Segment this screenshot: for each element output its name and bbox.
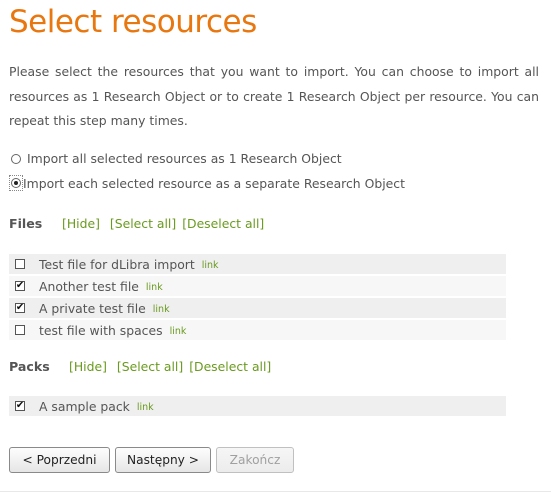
files-deselect-all-link[interactable]: [Deselect all] <box>182 216 264 231</box>
file-checkbox[interactable]: ✔ <box>15 281 25 291</box>
packs-select-all-link[interactable]: [Select all] <box>117 359 183 374</box>
option-label: Import all selected resources as 1 Resea… <box>27 151 342 166</box>
pack-checkbox[interactable]: ✔ <box>15 401 25 411</box>
list-item: Test file for dLibra import link <box>9 254 506 274</box>
file-link[interactable]: link <box>202 260 219 271</box>
file-link[interactable]: link <box>153 304 170 315</box>
packs-links: [Hide] [Select all] [Deselect all] <box>69 359 277 374</box>
packs-deselect-all-link[interactable]: [Deselect all] <box>189 359 271 374</box>
files-links: [Hide] [Select all] [Deselect all] <box>62 216 270 231</box>
pack-link[interactable]: link <box>137 402 154 413</box>
intro-text: Please select the resources that you wan… <box>9 64 539 128</box>
file-name: Another test file <box>39 278 139 294</box>
pack-name: A sample pack <box>39 398 130 414</box>
option-label: Import each selected resource as a separ… <box>23 175 405 191</box>
divider <box>0 491 551 492</box>
file-name: A private test file <box>39 300 146 316</box>
list-item: test file with spaces link <box>9 320 506 340</box>
file-checkbox[interactable] <box>15 259 25 269</box>
option-import-single[interactable]: Import all selected resources as 1 Resea… <box>11 151 342 166</box>
packs-hide-link[interactable]: [Hide] <box>69 359 107 374</box>
list-item: ✔ A private test file link <box>9 298 506 318</box>
file-checkbox[interactable]: ✔ <box>15 303 25 313</box>
file-link[interactable]: link <box>170 326 187 337</box>
option-import-separate[interactable]: Import each selected resource as a separ… <box>9 175 405 191</box>
next-button[interactable]: Następny > <box>115 447 211 473</box>
files-heading: Files <box>9 216 43 231</box>
radio-import-separate[interactable] <box>11 178 21 188</box>
page-title: Select resources <box>9 4 257 40</box>
previous-button[interactable]: < Poprzedni <box>9 447 110 473</box>
finish-button[interactable]: Zakończ <box>216 447 294 473</box>
file-name: Test file for dLibra import <box>39 256 195 272</box>
packs-heading: Packs <box>9 359 50 374</box>
list-item: ✔ A sample pack link <box>9 396 506 416</box>
files-hide-link[interactable]: [Hide] <box>62 216 100 231</box>
file-link[interactable]: link <box>146 282 163 293</box>
radio-import-single[interactable] <box>11 153 21 164</box>
list-item: ✔ Another test file link <box>9 276 506 296</box>
file-checkbox[interactable] <box>15 325 25 335</box>
files-select-all-link[interactable]: [Select all] <box>110 216 176 231</box>
file-name: test file with spaces <box>39 322 163 338</box>
